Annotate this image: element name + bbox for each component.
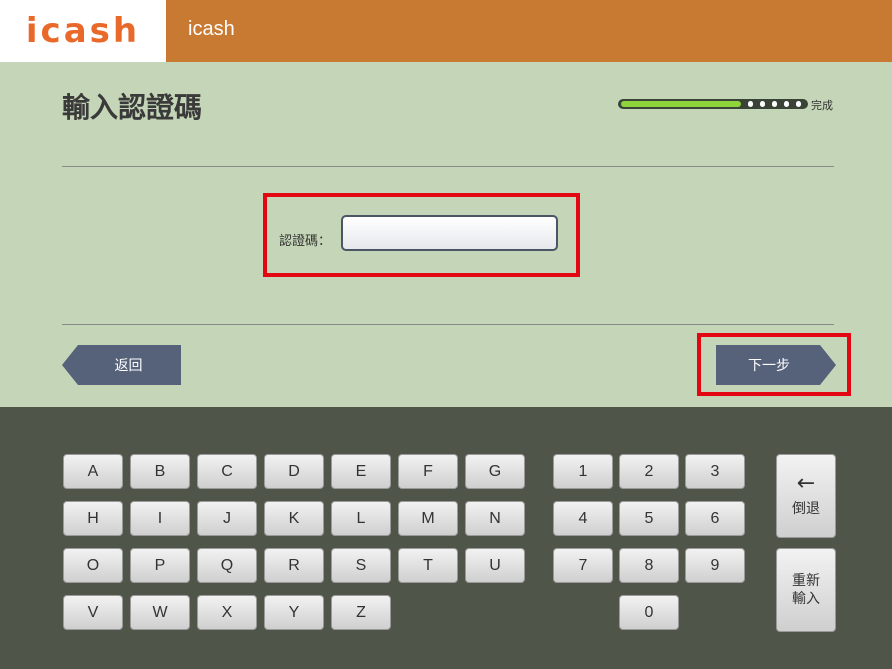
letter-key[interactable]: E xyxy=(331,454,391,489)
progress-bar xyxy=(618,99,808,109)
letter-key[interactable]: Z xyxy=(331,595,391,630)
letter-key[interactable]: C xyxy=(197,454,257,489)
backspace-label: 倒退 xyxy=(792,501,820,517)
progress-fill xyxy=(621,101,741,107)
letter-key[interactable]: D xyxy=(264,454,324,489)
code-label: 認證碼： xyxy=(279,234,332,249)
progress-step-dot xyxy=(760,101,765,107)
digit-key[interactable]: 5 xyxy=(619,501,679,536)
main-panel: 輸入認證碼 完成 認證碼： 返回 下一步 xyxy=(0,62,892,407)
digit-key[interactable]: 8 xyxy=(619,548,679,583)
logo-text: icash xyxy=(25,11,141,51)
reenter-label-2: 輸入 xyxy=(792,591,820,607)
letter-key[interactable]: N xyxy=(465,501,525,536)
letter-key[interactable]: W xyxy=(130,595,190,630)
letter-key[interactable]: L xyxy=(331,501,391,536)
digit-key[interactable]: 4 xyxy=(553,501,613,536)
letter-key[interactable]: T xyxy=(398,548,458,583)
page-title: 輸入認證碼 xyxy=(62,91,203,124)
left-arrow-icon: ← xyxy=(796,471,816,496)
logo: icash xyxy=(0,0,166,62)
code-input[interactable] xyxy=(341,215,558,251)
letter-key[interactable]: A xyxy=(63,454,123,489)
letter-key[interactable]: P xyxy=(130,548,190,583)
reenter-label-1: 重新 xyxy=(792,573,820,589)
next-button[interactable]: 下一步 xyxy=(716,345,836,385)
letter-key[interactable]: V xyxy=(63,595,123,630)
digit-key[interactable]: 9 xyxy=(685,548,745,583)
letter-key[interactable]: S xyxy=(331,548,391,583)
letter-key[interactable]: H xyxy=(63,501,123,536)
letter-key[interactable]: O xyxy=(63,548,123,583)
letter-key[interactable]: Y xyxy=(264,595,324,630)
letter-key[interactable]: K xyxy=(264,501,324,536)
digit-key[interactable]: 3 xyxy=(685,454,745,489)
digit-key[interactable]: 6 xyxy=(685,501,745,536)
letter-key[interactable]: I xyxy=(130,501,190,536)
letter-key[interactable]: G xyxy=(465,454,525,489)
progress-label: 完成 xyxy=(811,99,833,112)
letter-key[interactable]: X xyxy=(197,595,257,630)
letter-key[interactable]: R xyxy=(264,548,324,583)
app-title: icash xyxy=(188,18,235,40)
reenter-key[interactable]: 重新 輸入 xyxy=(776,548,836,632)
progress-step-dot xyxy=(784,101,789,107)
letter-key[interactable]: F xyxy=(398,454,458,489)
letter-key[interactable]: J xyxy=(197,501,257,536)
digit-key[interactable]: 2 xyxy=(619,454,679,489)
progress-step-dot xyxy=(772,101,777,107)
progress-step-dot xyxy=(796,101,801,107)
back-button[interactable]: 返回 xyxy=(62,345,181,385)
digit-key[interactable]: 7 xyxy=(553,548,613,583)
on-screen-keyboard: ABCDEFG HIJKLMN OPQRSTU VWXYZ 123 456 7890 ← … xyxy=(0,407,892,669)
letter-key[interactable]: M xyxy=(398,501,458,536)
app-header: icash icash xyxy=(0,0,892,62)
progress-step-dot xyxy=(748,101,753,107)
letter-key[interactable]: B xyxy=(130,454,190,489)
digit-key[interactable]: 0 xyxy=(619,595,679,630)
digit-key[interactable]: 1 xyxy=(553,454,613,489)
divider-bottom xyxy=(62,324,834,325)
backspace-key[interactable]: ← 倒退 xyxy=(776,454,836,538)
letter-key[interactable]: U xyxy=(465,548,525,583)
letter-key[interactable]: Q xyxy=(197,548,257,583)
divider-top xyxy=(62,166,834,167)
